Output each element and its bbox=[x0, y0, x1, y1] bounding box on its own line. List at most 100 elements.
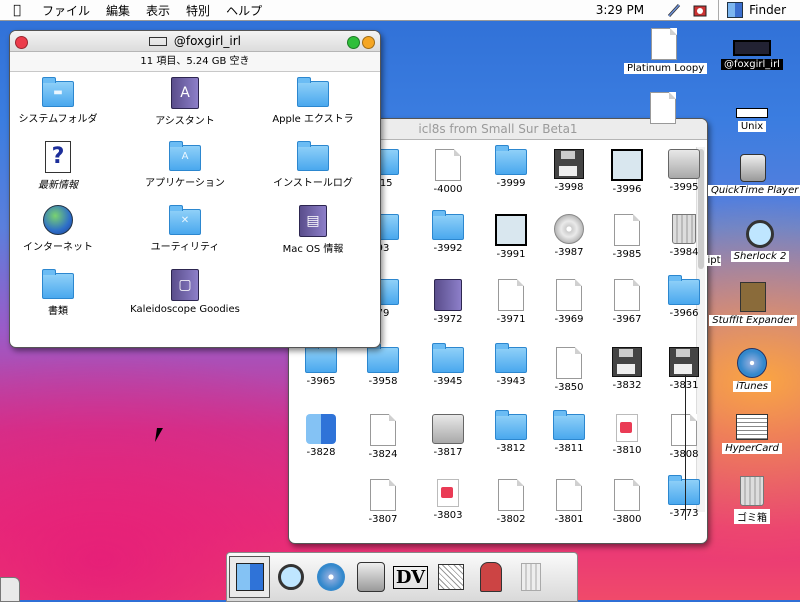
desktop-icon-sherlock[interactable]: Sherlock 2 bbox=[722, 220, 798, 262]
launcher-strip: DV bbox=[226, 552, 578, 602]
icon-list-item[interactable]: -3967 bbox=[601, 279, 653, 325]
icon-list-item[interactable]: -3828 bbox=[295, 414, 347, 458]
dock-dvd-player[interactable]: DV bbox=[391, 557, 430, 597]
icon-label: -3831 bbox=[669, 380, 699, 391]
application-switcher-icon[interactable] bbox=[692, 3, 708, 17]
document-icon bbox=[650, 92, 676, 124]
desktop-icon-quicktime-player[interactable]: QuickTime Player bbox=[708, 154, 800, 196]
icon-label: -3958 bbox=[368, 376, 398, 387]
icon-list-item[interactable]: -3945 bbox=[422, 343, 474, 387]
icon-list-item[interactable]: -3972 bbox=[422, 279, 474, 325]
item-internet[interactable]: インターネット bbox=[10, 205, 113, 253]
close-button[interactable] bbox=[15, 36, 28, 49]
item-system-folder[interactable]: ▬ システムフォルダ bbox=[10, 77, 113, 125]
desktop-icon-platinum-loopy[interactable]: Platinum Loopy bbox=[624, 28, 708, 74]
icon-label: -3992 bbox=[433, 243, 463, 254]
window-title: @foxgirl_irl bbox=[173, 34, 241, 48]
icon-list-item[interactable]: -3811 bbox=[543, 410, 595, 454]
icon-list-item[interactable]: -3801 bbox=[543, 479, 595, 525]
icon-list-item[interactable]: -3824 bbox=[357, 414, 409, 460]
itunes-icon bbox=[316, 563, 345, 591]
icon-list-item[interactable]: -3995 bbox=[658, 149, 707, 193]
icon-list-item[interactable]: -3958 bbox=[357, 343, 409, 387]
folder-window-titlebar[interactable]: @foxgirl_irl bbox=[10, 31, 380, 52]
icon-list-item[interactable]: -3943 bbox=[485, 343, 537, 387]
zoom-button[interactable] bbox=[347, 36, 360, 49]
icon-label: -3828 bbox=[306, 447, 336, 458]
desktop-icon-foxgirl-irl[interactable]: @foxgirl_irl bbox=[716, 40, 788, 70]
icon-list-item[interactable]: -3996 bbox=[601, 149, 653, 195]
icon-list-item[interactable]: -4000 bbox=[422, 149, 474, 195]
folder-window[interactable]: @foxgirl_irl 11 項目、5.24 GB 空き ▬ システムフォルダ… bbox=[9, 30, 381, 348]
icon-label: -3991 bbox=[496, 249, 526, 260]
icon-list-item[interactable]: -3832 bbox=[601, 347, 653, 391]
icon-list-item[interactable]: -3998 bbox=[543, 149, 595, 193]
doc-icon bbox=[556, 347, 582, 379]
item-kaleidoscope-goodies[interactable]: ▢ Kaleidoscope Goodies bbox=[130, 269, 240, 315]
icon-label: -3965 bbox=[306, 376, 336, 387]
icon-list-item[interactable]: -3807 bbox=[357, 479, 409, 525]
dock-itunes[interactable] bbox=[311, 557, 350, 597]
dock-quicktime[interactable] bbox=[351, 557, 390, 597]
icon-list-item[interactable]: -3987 bbox=[543, 214, 595, 258]
icon-list-item[interactable]: -3971 bbox=[485, 279, 537, 325]
icon-list-item[interactable]: -3991 bbox=[485, 214, 537, 260]
icon-list-item[interactable]: -3803 bbox=[422, 479, 474, 521]
icon-list-item[interactable]: -3808 bbox=[658, 414, 707, 460]
application-menu[interactable]: Finder bbox=[718, 0, 800, 20]
dock-sherlock[interactable] bbox=[271, 557, 310, 597]
icon-list-item[interactable]: -3850 bbox=[543, 347, 595, 393]
dock-script-editor[interactable] bbox=[431, 557, 470, 597]
pencil-icon[interactable] bbox=[666, 3, 682, 18]
apple-menu-icon[interactable]:  bbox=[0, 3, 34, 18]
dock-stuffit[interactable] bbox=[471, 557, 510, 597]
desktop-label-ipt[interactable]: ipt bbox=[706, 252, 722, 266]
item-documents[interactable]: 書類 bbox=[10, 269, 113, 317]
item-applications[interactable]: A アプリケーション bbox=[130, 141, 240, 189]
icon-label: -3969 bbox=[554, 314, 584, 325]
desktop-icon-hypercard[interactable]: HyperCard bbox=[718, 414, 786, 454]
icon-list-item[interactable]: -3969 bbox=[543, 279, 595, 325]
icon-list-item[interactable]: -3810 bbox=[601, 414, 653, 456]
icon-list-item[interactable]: -3985 bbox=[601, 214, 653, 260]
desktop-icon-placeholder[interactable] bbox=[648, 92, 678, 124]
drive-icon bbox=[733, 40, 771, 56]
icon-list-item[interactable]: -3992 bbox=[422, 210, 474, 254]
folder-icon bbox=[668, 475, 700, 505]
desktop-icon-stuffit-expander[interactable]: StuffIt Expander bbox=[708, 282, 798, 326]
book-icon: A bbox=[171, 77, 199, 109]
dock-finder[interactable] bbox=[229, 556, 270, 598]
item-apple-extras[interactable]: Apple エクストラ bbox=[258, 77, 368, 125]
menu-help[interactable]: ヘルプ bbox=[218, 2, 270, 19]
icon-list-item[interactable]: -3831 bbox=[658, 347, 707, 391]
icon-list-item[interactable]: -3817 bbox=[422, 414, 474, 458]
menu-special[interactable]: 特別 bbox=[178, 2, 218, 19]
menu-edit[interactable]: 編集 bbox=[98, 2, 138, 19]
collapse-button[interactable] bbox=[362, 36, 375, 49]
desktop-icon-itunes[interactable]: iTunes bbox=[722, 348, 782, 392]
icon-list-item[interactable]: -3802 bbox=[485, 479, 537, 525]
desktop-icon-trash[interactable]: ゴミ箱 bbox=[730, 476, 774, 524]
dock-trash[interactable] bbox=[511, 557, 550, 597]
menu-view[interactable]: 表示 bbox=[138, 2, 178, 19]
menu-clock[interactable]: 3:29 PM bbox=[596, 3, 644, 17]
icon-list-item[interactable]: -3984 bbox=[658, 214, 707, 258]
menu-file[interactable]: ファイル bbox=[34, 2, 98, 19]
icon-label: -3966 bbox=[669, 308, 699, 319]
item-assistant[interactable]: A アシスタント bbox=[130, 77, 240, 127]
sherlock-icon bbox=[746, 220, 774, 248]
item-install-log[interactable]: インストールログ bbox=[258, 141, 368, 189]
icon-list-item[interactable]: -3999 bbox=[485, 145, 537, 189]
icon-label: -3832 bbox=[612, 380, 642, 391]
icon-list-item[interactable]: -3812 bbox=[485, 410, 537, 454]
icon-list-item[interactable]: -3800 bbox=[601, 479, 653, 525]
item-mac-os-info[interactable]: ▤ Mac OS 情報 bbox=[258, 205, 368, 255]
item-utilities[interactable]: ✕ ユーティリティ bbox=[130, 205, 240, 253]
desktop-icon-unix[interactable]: Unix bbox=[722, 108, 782, 132]
control-strip-tab[interactable] bbox=[0, 577, 20, 602]
icon-list-item[interactable]: -3965 bbox=[295, 343, 347, 387]
doc-icon bbox=[435, 149, 461, 181]
icon-list-item[interactable]: -3773 bbox=[658, 475, 707, 519]
item-whats-new[interactable]: ? 最新情報 bbox=[10, 141, 113, 191]
icon-list-item[interactable]: -3966 bbox=[658, 275, 707, 319]
